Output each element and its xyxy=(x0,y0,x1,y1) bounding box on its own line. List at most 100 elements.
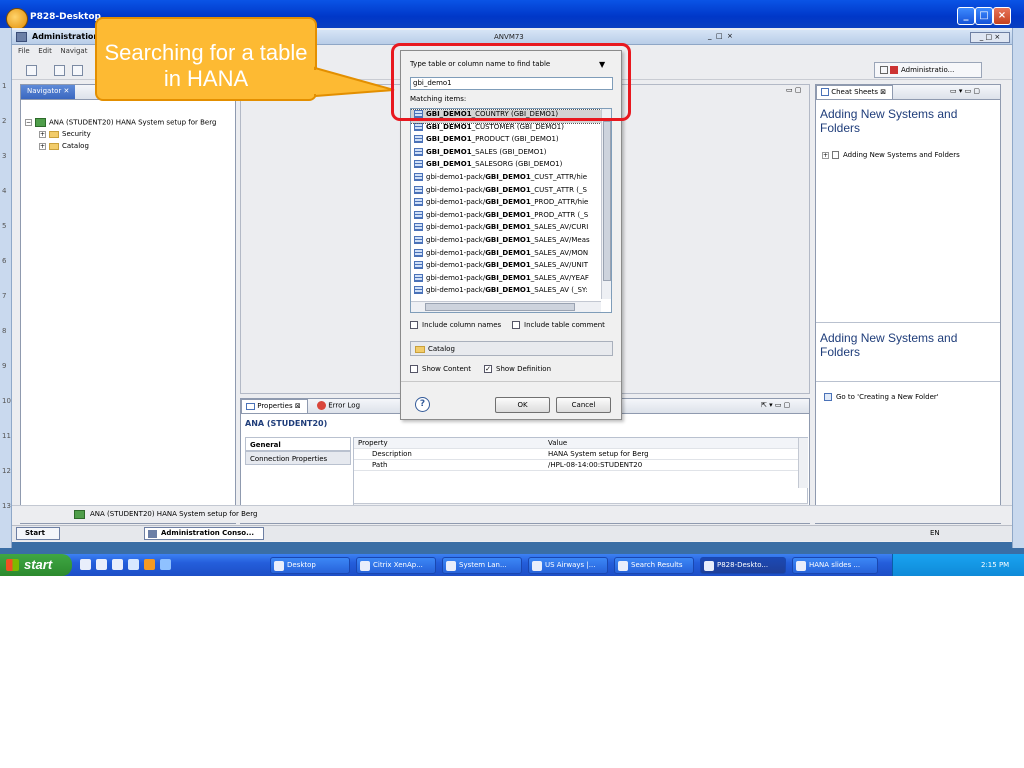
list-item[interactable]: gbi-demo1-pack/GBI_DEMO1_SALES_AV/MON xyxy=(411,248,611,262)
show-content[interactable]: Show Content xyxy=(410,365,471,373)
quicklaunch-icon[interactable] xyxy=(96,559,107,570)
page-icon xyxy=(832,151,839,159)
app-icon xyxy=(16,32,27,42)
perspective-label: Administratio... xyxy=(901,66,955,74)
tab-error-log[interactable]: Error Log xyxy=(317,401,360,410)
list-item[interactable]: gbi-demo1-pack/GBI_DEMO1_CUST_ATTR (_S xyxy=(411,185,611,199)
list-item[interactable]: gbi-demo1-pack/GBI_DEMO1_PROD_ATTR/hie xyxy=(411,198,611,211)
list-horizontal-scrollbar[interactable] xyxy=(411,301,601,312)
scroll-thumb[interactable] xyxy=(425,303,575,311)
perspective-switcher[interactable]: Administratio... xyxy=(874,62,982,78)
app-icon xyxy=(148,530,157,538)
table-icon xyxy=(414,172,423,181)
task-p828-desktop[interactable]: P828-Deskto... xyxy=(700,557,786,574)
language-indicator[interactable]: EN xyxy=(930,529,940,537)
list-item[interactable]: gbi-demo1-pack/GBI_DEMO1_SALES_AV/Meas xyxy=(411,235,611,249)
navigator-tab-label: Navigator xyxy=(27,87,62,95)
menu-edit[interactable]: Edit xyxy=(38,47,52,55)
ie-icon[interactable] xyxy=(160,559,171,570)
menu-navigate[interactable]: Navigat xyxy=(60,47,87,55)
tree-label-security: Security xyxy=(62,130,91,138)
row-number: 13 xyxy=(2,502,11,510)
inner-task-label: Administration Conso... xyxy=(161,529,255,537)
cheat-sheet-item[interactable]: + Adding New Systems and Folders xyxy=(822,151,960,163)
expand-icon[interactable]: + xyxy=(39,142,46,150)
task-us-airways[interactable]: US Airways |... xyxy=(528,557,608,574)
tab-navigator[interactable]: Navigator ✕ xyxy=(21,85,76,99)
table-row[interactable]: Path /HPL-08-14:00:STUDENT20 xyxy=(354,460,807,471)
quicklaunch-icon[interactable] xyxy=(112,559,123,570)
open-perspective-icon[interactable] xyxy=(880,66,888,74)
table-icon xyxy=(414,160,423,169)
properties-tab-label: Properties xyxy=(257,402,293,410)
collapse-icon[interactable]: − xyxy=(25,119,32,126)
save-all-icon[interactable] xyxy=(72,65,83,76)
divider xyxy=(816,381,1000,382)
new-icon[interactable] xyxy=(26,65,37,76)
schema-field[interactable]: Catalog xyxy=(410,341,613,356)
maximize-button[interactable]: □ xyxy=(975,7,993,25)
editor-min-max[interactable]: ▭ ▢ xyxy=(786,86,801,94)
view-menu-controls[interactable]: ▭ ▾ ▭ ▢ xyxy=(950,87,980,95)
task-search-results[interactable]: Search Results xyxy=(614,557,694,574)
list-item[interactable]: GBI_DEMO1_PRODUCT (GBI_DEMO1) xyxy=(411,135,611,148)
row-number: 11 xyxy=(2,432,11,440)
list-item[interactable]: gbi-demo1-pack/GBI_DEMO1_SALES_AV/UNIT xyxy=(411,261,611,274)
eclipse-window-controls[interactable]: _ □ × xyxy=(970,32,1010,43)
firefox-icon[interactable] xyxy=(144,559,155,570)
properties-view-controls[interactable]: ⇱ ▾ ▭ ▢ xyxy=(761,401,790,409)
show-definition[interactable]: ✓ Show Definition xyxy=(484,365,551,373)
minimize-button[interactable]: _ xyxy=(957,7,975,25)
value-cell: HANA System setup for Berg xyxy=(548,450,649,458)
menu-file[interactable]: File xyxy=(18,47,30,55)
clock[interactable]: 2:15 PM xyxy=(981,561,1009,569)
checkbox[interactable] xyxy=(512,321,520,329)
list-item[interactable]: gbi-demo1-pack/GBI_DEMO1_CUST_ATTR/hie xyxy=(411,172,611,186)
quicklaunch-icon[interactable] xyxy=(80,559,91,570)
list-vertical-scrollbar[interactable] xyxy=(601,109,611,299)
property-cell: Description xyxy=(372,450,412,458)
list-item[interactable]: gbi-demo1-pack/GBI_DEMO1_SALES_AV/YEAF xyxy=(411,273,611,287)
list-item[interactable]: gbi-demo1-pack/GBI_DEMO1_PROD_ATTR (_S xyxy=(411,210,611,224)
row-number: 8 xyxy=(2,327,7,335)
checkbox-checked[interactable]: ✓ xyxy=(484,365,492,373)
task-hana-slides[interactable]: HANA slides ... xyxy=(792,557,878,574)
list-item[interactable]: GBI_DEMO1_SALESORG (GBI_DEMO1) xyxy=(411,160,611,173)
section-connection-properties[interactable]: Connection Properties xyxy=(245,451,351,465)
checkbox[interactable] xyxy=(410,321,418,329)
inner-start-button[interactable]: Start xyxy=(16,527,60,540)
cancel-button[interactable]: Cancel xyxy=(556,397,611,413)
table-row[interactable]: Description HANA System setup for Berg xyxy=(354,449,807,460)
section-general[interactable]: General xyxy=(245,437,351,451)
include-column-names[interactable]: Include column names xyxy=(410,321,501,329)
checkbox[interactable] xyxy=(410,365,418,373)
tab-properties[interactable]: Properties ⊠ xyxy=(241,399,308,413)
save-icon[interactable] xyxy=(54,65,65,76)
tree-row-system[interactable]: − ANA (STUDENT20) HANA System setup for B… xyxy=(25,118,235,130)
task-system-landscape[interactable]: System Lan... xyxy=(442,557,522,574)
list-item[interactable]: gbi-demo1-pack/GBI_DEMO1_SALES_AV (_SY: xyxy=(411,286,611,299)
tree-row-catalog[interactable]: + Catalog xyxy=(25,142,235,154)
task-icon xyxy=(360,561,370,571)
expand-icon[interactable]: + xyxy=(822,151,829,159)
list-item[interactable]: gbi-demo1-pack/GBI_DEMO1_SALES_AV/CURI xyxy=(411,223,611,236)
inner-window-controls[interactable]: _ □ × xyxy=(708,32,733,40)
close-button[interactable]: × xyxy=(993,7,1011,25)
list-item[interactable]: GBI_DEMO1_CUSTOMER (GBI_DEMO1) xyxy=(411,122,611,136)
matching-items-list[interactable]: GBI_DEMO1_COUNTRY (GBI_DEMO1) GBI_DEMO1_C… xyxy=(410,108,612,313)
help-icon[interactable]: ? xyxy=(415,397,430,412)
task-citrix[interactable]: Citrix XenAp... xyxy=(356,557,436,574)
include-table-comment[interactable]: Include table comment xyxy=(512,321,605,329)
vertical-scrollbar[interactable] xyxy=(798,438,808,488)
task-desktop[interactable]: Desktop xyxy=(270,557,350,574)
tab-cheat-sheets[interactable]: Cheat Sheets ⊠ xyxy=(816,85,894,99)
ok-button[interactable]: OK xyxy=(495,397,550,413)
cheat-sheet-link[interactable]: Go to 'Creating a New Folder' xyxy=(824,393,939,405)
scroll-thumb[interactable] xyxy=(603,121,611,281)
tree-row-security[interactable]: + Security xyxy=(25,130,235,142)
start-button[interactable]: start xyxy=(0,554,72,576)
quicklaunch-icon[interactable] xyxy=(128,559,139,570)
inner-task-admin-console[interactable]: Administration Conso... xyxy=(144,527,264,540)
expand-icon[interactable]: + xyxy=(39,130,46,138)
list-item[interactable]: GBI_DEMO1_SALES (GBI_DEMO1) xyxy=(411,147,611,161)
